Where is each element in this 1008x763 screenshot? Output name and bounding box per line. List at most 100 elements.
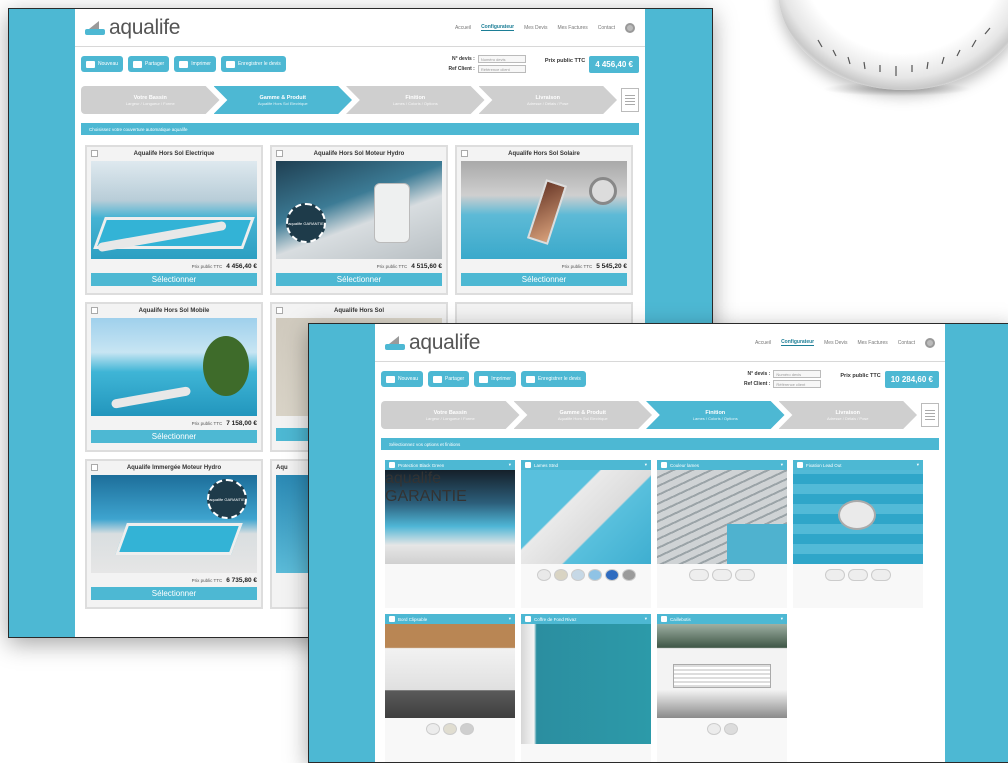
option-tile[interactable]: Lames Stnd ▾ (521, 460, 651, 608)
new-button[interactable]: Nouveau (381, 371, 424, 387)
swatch[interactable] (621, 569, 636, 581)
settings-icon[interactable] (625, 22, 635, 33)
quote-fields: N° devis : Numéro devis Ref Client : Référ… (448, 55, 526, 73)
share-icon (133, 60, 143, 68)
step-finition[interactable]: Finition Lames / Coloris / Options (346, 86, 485, 114)
finish-option[interactable] (735, 569, 755, 581)
nav-configurateur[interactable]: Configurateur (481, 24, 515, 31)
compare-checkbox[interactable] (91, 150, 98, 157)
fixture-option[interactable] (825, 569, 845, 581)
option-tile[interactable]: Caillebotis ▾ (657, 614, 787, 762)
settings-icon[interactable] (925, 337, 935, 348)
step-bassin[interactable]: Votre Bassin Largeur / Longueur / Forme (381, 401, 520, 429)
compare-checkbox[interactable] (91, 307, 98, 314)
product-card: Aqualife Hors Sol Electrique Prix public… (85, 145, 263, 295)
nav-mes-devis[interactable]: Mes Devis (524, 25, 547, 31)
product-title: Aqualife Hors Sol (333, 308, 384, 314)
logo[interactable]: aqualife (385, 331, 480, 355)
fixture-options (793, 564, 923, 581)
select-button[interactable]: Sélectionner (91, 430, 257, 443)
swatch[interactable] (604, 569, 619, 581)
step-gamme[interactable]: Gamme & Produit Aqualife Hors Sol Electri… (213, 86, 352, 114)
option-tile[interactable]: Fixation Lead Out ▾ (793, 460, 923, 608)
save-quote-button[interactable]: Enregistrer le devis (220, 56, 286, 72)
swatch[interactable] (536, 569, 551, 581)
swatch[interactable] (443, 723, 457, 735)
pool-shape (115, 523, 243, 555)
print-icon (479, 375, 489, 383)
header: aqualife Accueil Configurateur Mes Devis… (75, 9, 645, 47)
swatch[interactable] (587, 569, 602, 581)
stepper: Votre Bassin Largeur / Longueur / Forme G… (75, 81, 645, 119)
option-tile[interactable]: Protection Black Green ▾ aqualife GARANTI… (385, 460, 515, 608)
product-title: Aqualife Hors Sol Electrique (133, 151, 215, 157)
tile-header: Coffre de Fond Rivaz ▾ (521, 614, 651, 624)
share-button[interactable]: Partager (128, 56, 170, 72)
product-image (91, 161, 257, 259)
select-button[interactable]: Sélectionner (276, 273, 442, 286)
share-button[interactable]: Partager (428, 371, 470, 387)
swatch[interactable] (706, 723, 721, 735)
print-icon (179, 60, 189, 68)
new-button[interactable]: Nouveau (81, 56, 124, 72)
step-gamme[interactable]: Gamme & Produit Aqualife Hors Sol Electri… (513, 401, 652, 429)
step-finition[interactable]: Finition Lames / Coloris / Options (646, 401, 785, 429)
checkbox-icon (797, 462, 803, 468)
step-livraison[interactable]: Livraison Adresse / Délais / Pose (478, 86, 617, 114)
swatch[interactable] (553, 569, 568, 581)
print-button[interactable]: Imprimer (174, 56, 216, 72)
swatch[interactable] (460, 723, 474, 735)
chevron-down-icon: ▾ (780, 616, 783, 621)
client-ref-input[interactable]: Référence client (477, 65, 526, 73)
guarantee-badge: aqualife GARANTIE (286, 203, 326, 243)
finish-option[interactable] (712, 569, 732, 581)
option-tile[interactable]: Bord Clipsable ▾ (385, 614, 515, 762)
document-icon[interactable] (921, 403, 939, 427)
compare-checkbox[interactable] (91, 464, 98, 471)
tile-header: Protection Black Green ▾ (385, 460, 515, 470)
select-button[interactable]: Sélectionner (91, 273, 257, 286)
finish-option[interactable] (689, 569, 709, 581)
nav-accueil[interactable]: Accueil (755, 340, 771, 346)
print-button[interactable]: Imprimer (474, 371, 516, 387)
logo[interactable]: aqualife (85, 16, 180, 40)
option-image (385, 624, 515, 718)
section-band: Choisissez votre couverture automatique … (81, 123, 639, 135)
section-band: Sélectionnez vos options et finitions (381, 438, 939, 450)
quote-number-label: N° devis : (452, 56, 475, 62)
main-nav: Accueil Configurateur Mes Devis Mes Fact… (455, 22, 635, 33)
fixture-option[interactable] (848, 569, 868, 581)
nav-mes-factures[interactable]: Mes Factures (857, 340, 887, 346)
swatch[interactable] (723, 723, 738, 735)
compare-checkbox[interactable] (276, 150, 283, 157)
chevron-down-icon: ▾ (780, 462, 783, 467)
nav-contact[interactable]: Contact (598, 25, 615, 31)
logo-text: aqualife (409, 330, 481, 354)
step-bassin[interactable]: Votre Bassin Largeur / Longueur / Forme (81, 86, 220, 114)
share-icon (433, 375, 443, 383)
save-quote-button[interactable]: Enregistrer le devis (520, 371, 586, 387)
option-tile[interactable]: Coffre de Fond Rivaz ▾ (521, 614, 651, 762)
swatch[interactable] (426, 723, 440, 735)
user-icon (225, 60, 235, 68)
step-livraison[interactable]: Livraison Adresse / Délais / Pose (778, 401, 917, 429)
quote-number-input[interactable]: Numéro devis (773, 370, 822, 378)
swatch[interactable] (570, 569, 585, 581)
nav-configurateur[interactable]: Configurateur (781, 339, 815, 346)
nav-mes-devis[interactable]: Mes Devis (824, 340, 847, 346)
select-button[interactable]: Sélectionner (91, 587, 257, 600)
option-image (657, 470, 787, 564)
fixture-option[interactable] (871, 569, 891, 581)
nav-accueil[interactable]: Accueil (455, 25, 471, 31)
document-icon[interactable] (621, 88, 639, 112)
compare-checkbox[interactable] (461, 150, 468, 157)
quote-number-input[interactable]: Numéro devis (477, 55, 526, 63)
select-button[interactable]: Sélectionner (461, 273, 627, 286)
nav-mes-factures[interactable]: Mes Factures (557, 25, 587, 31)
option-image (521, 624, 651, 744)
option-tile[interactable]: Couleur lames ▾ (657, 460, 787, 608)
nav-contact[interactable]: Contact (898, 340, 915, 346)
compare-checkbox[interactable] (276, 307, 283, 314)
client-ref-input[interactable]: Référence client (773, 380, 822, 388)
options-grid: Protection Black Green ▾ aqualife GARANTI… (375, 454, 945, 762)
